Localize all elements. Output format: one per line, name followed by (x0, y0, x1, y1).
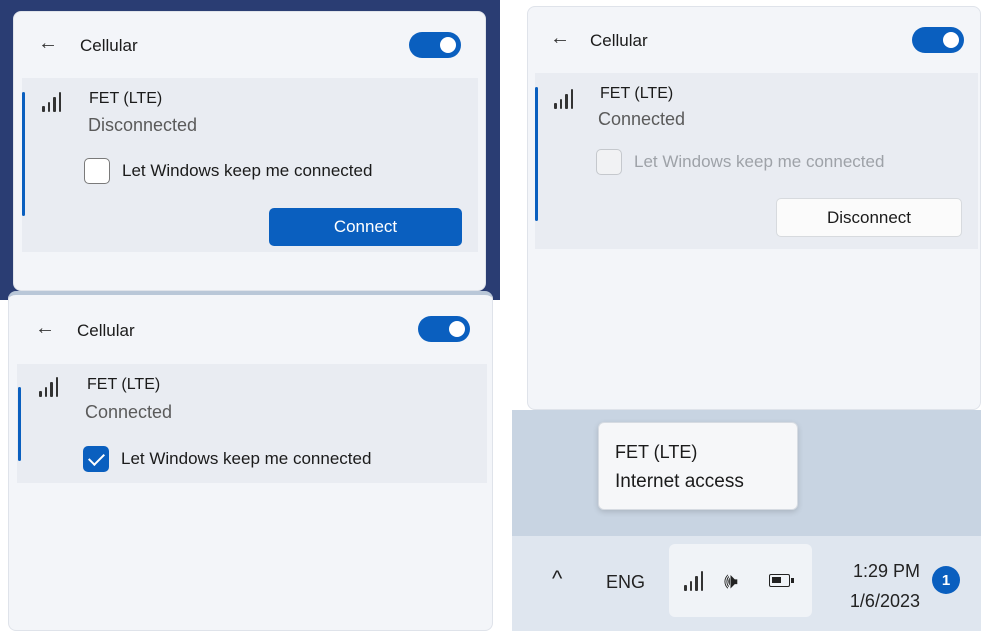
notification-badge[interactable]: 1 (932, 566, 960, 594)
disconnect-button[interactable]: Disconnect (776, 198, 962, 237)
connection-status: Connected (85, 402, 173, 422)
cellular-signal-icon (39, 377, 58, 397)
panel-header: ← Cellular (528, 7, 980, 57)
connection-status: Connected (598, 109, 686, 129)
panel-title: Cellular (80, 36, 138, 55)
toggle-knob (440, 37, 456, 53)
keep-connected-label: Let Windows keep me connected (634, 152, 885, 171)
cellular-toggle[interactable] (418, 316, 470, 342)
back-arrow-icon[interactable]: ← (35, 317, 55, 340)
keep-connected-checkbox (596, 149, 622, 175)
keep-connected-label: Let Windows keep me connected (122, 161, 373, 180)
cellular-panel-disconnected: ← Cellular FET (LTE) Disconnected Let Wi… (13, 11, 486, 291)
panel-header: ← Cellular (14, 12, 485, 62)
network-name: FET (LTE) (600, 85, 674, 102)
network-tooltip: FET (LTE) Internet access (598, 422, 798, 510)
clock-date: 1/6/2023 (849, 591, 920, 611)
cellular-panel-connected-a: ← Cellular FET (LTE) Connected Let Windo… (527, 6, 981, 410)
cellular-toggle[interactable] (409, 32, 461, 58)
volume-icon: 🕪 (724, 568, 738, 593)
connect-button[interactable]: Connect (269, 208, 462, 246)
panel-title: Cellular (77, 321, 135, 340)
tooltip-status: Internet access (615, 471, 744, 492)
keep-connected-row[interactable]: Let Windows keep me connected (83, 446, 371, 472)
keep-connected-row: Let Windows keep me connected (596, 149, 884, 175)
network-card[interactable]: FET (LTE) Connected Let Windows keep me … (17, 364, 487, 483)
network-name: FET (LTE) (87, 376, 161, 393)
cellular-panel-connected-b: ← Cellular FET (LTE) Connected Let Windo… (8, 291, 493, 631)
cellular-signal-icon (684, 571, 703, 591)
back-arrow-icon[interactable]: ← (550, 27, 570, 50)
network-card[interactable]: FET (LTE) Connected Let Windows keep me … (535, 73, 978, 249)
keep-connected-label: Let Windows keep me connected (121, 449, 372, 468)
keep-connected-row[interactable]: Let Windows keep me connected (84, 158, 372, 184)
keep-connected-checkbox[interactable] (83, 446, 109, 472)
network-name: FET (LTE) (89, 90, 163, 107)
input-language-indicator[interactable]: ENG (606, 572, 645, 593)
selected-indicator (535, 87, 538, 221)
clock[interactable]: 1:29 PM 1/6/2023 (832, 556, 920, 616)
selected-indicator (18, 387, 21, 461)
panel-header: ← Cellular (9, 295, 492, 345)
cellular-signal-icon (554, 89, 573, 109)
network-card[interactable]: FET (LTE) Disconnected Let Windows keep … (22, 78, 478, 252)
toggle-knob (449, 321, 465, 337)
battery-icon (769, 574, 794, 587)
keep-connected-checkbox[interactable] (84, 158, 110, 184)
connection-status: Disconnected (88, 115, 198, 135)
toggle-knob (943, 32, 959, 48)
clock-time: 1:29 PM (852, 561, 920, 581)
tooltip-network-name: FET (LTE) (615, 442, 698, 462)
show-hidden-icons-chevron-icon[interactable]: ^ (552, 566, 562, 592)
cellular-toggle[interactable] (912, 27, 964, 53)
cellular-signal-icon (42, 92, 61, 112)
back-arrow-icon[interactable]: ← (38, 32, 58, 55)
panel-title: Cellular (590, 31, 648, 50)
selected-indicator (22, 92, 25, 216)
